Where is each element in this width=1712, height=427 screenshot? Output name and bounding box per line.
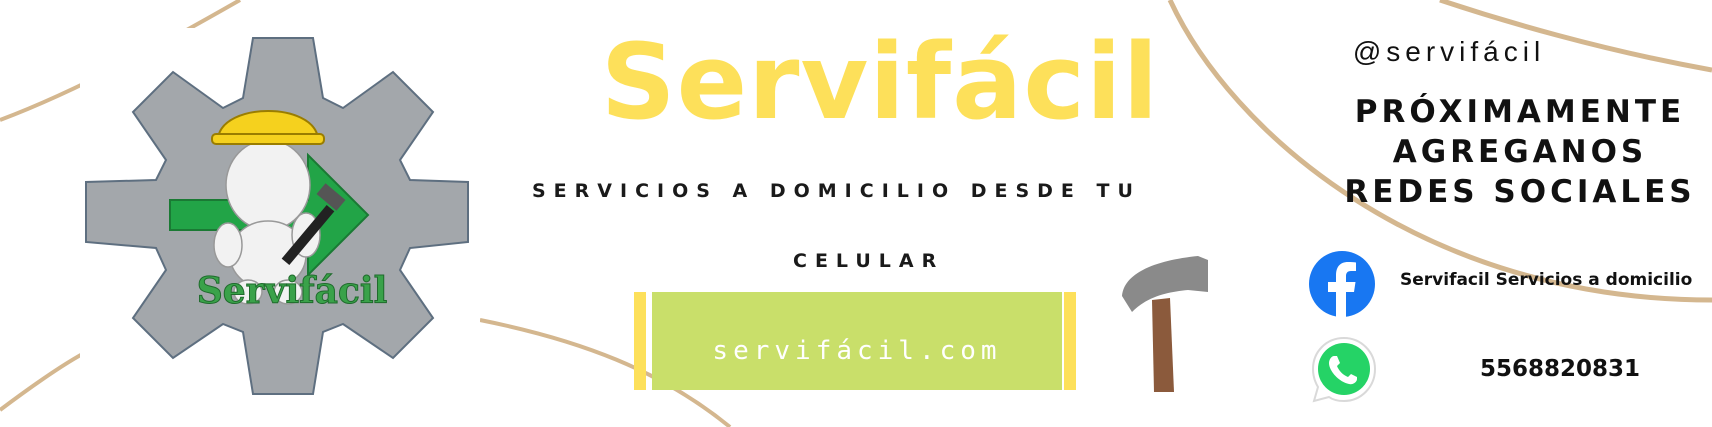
brand-title: Servifácil bbox=[600, 21, 1160, 143]
website-left-bar bbox=[634, 292, 646, 390]
whatsapp-phone[interactable]: 5568820831 bbox=[1440, 356, 1680, 382]
website-right-bar bbox=[1064, 292, 1076, 390]
facebook-label[interactable]: Servifacil Servicios a domicilio bbox=[1400, 270, 1710, 290]
announcement-line-1: PRÓXIMAMENTE bbox=[1354, 94, 1686, 130]
website-link[interactable]: servifácil.com bbox=[652, 336, 1062, 366]
whatsapp-icon[interactable] bbox=[1308, 334, 1380, 406]
tagline-line-1: SERVICIOS A DOMICILIO DESDE TU bbox=[532, 180, 1141, 202]
announcement-line-2: AGREGANOS bbox=[1392, 134, 1648, 170]
hammer-icon bbox=[1122, 256, 1208, 392]
logo-caption: Servifácil bbox=[196, 270, 388, 313]
social-handle: @servifácil bbox=[1352, 36, 1546, 67]
gear-worker-logo-icon bbox=[85, 37, 469, 395]
announcement-line-3: REDES SOCIALES bbox=[1344, 174, 1696, 210]
facebook-icon[interactable] bbox=[1308, 250, 1376, 318]
social-announcement: PRÓXIMAMENTE AGREGANOS REDES SOCIALES bbox=[1320, 92, 1712, 212]
